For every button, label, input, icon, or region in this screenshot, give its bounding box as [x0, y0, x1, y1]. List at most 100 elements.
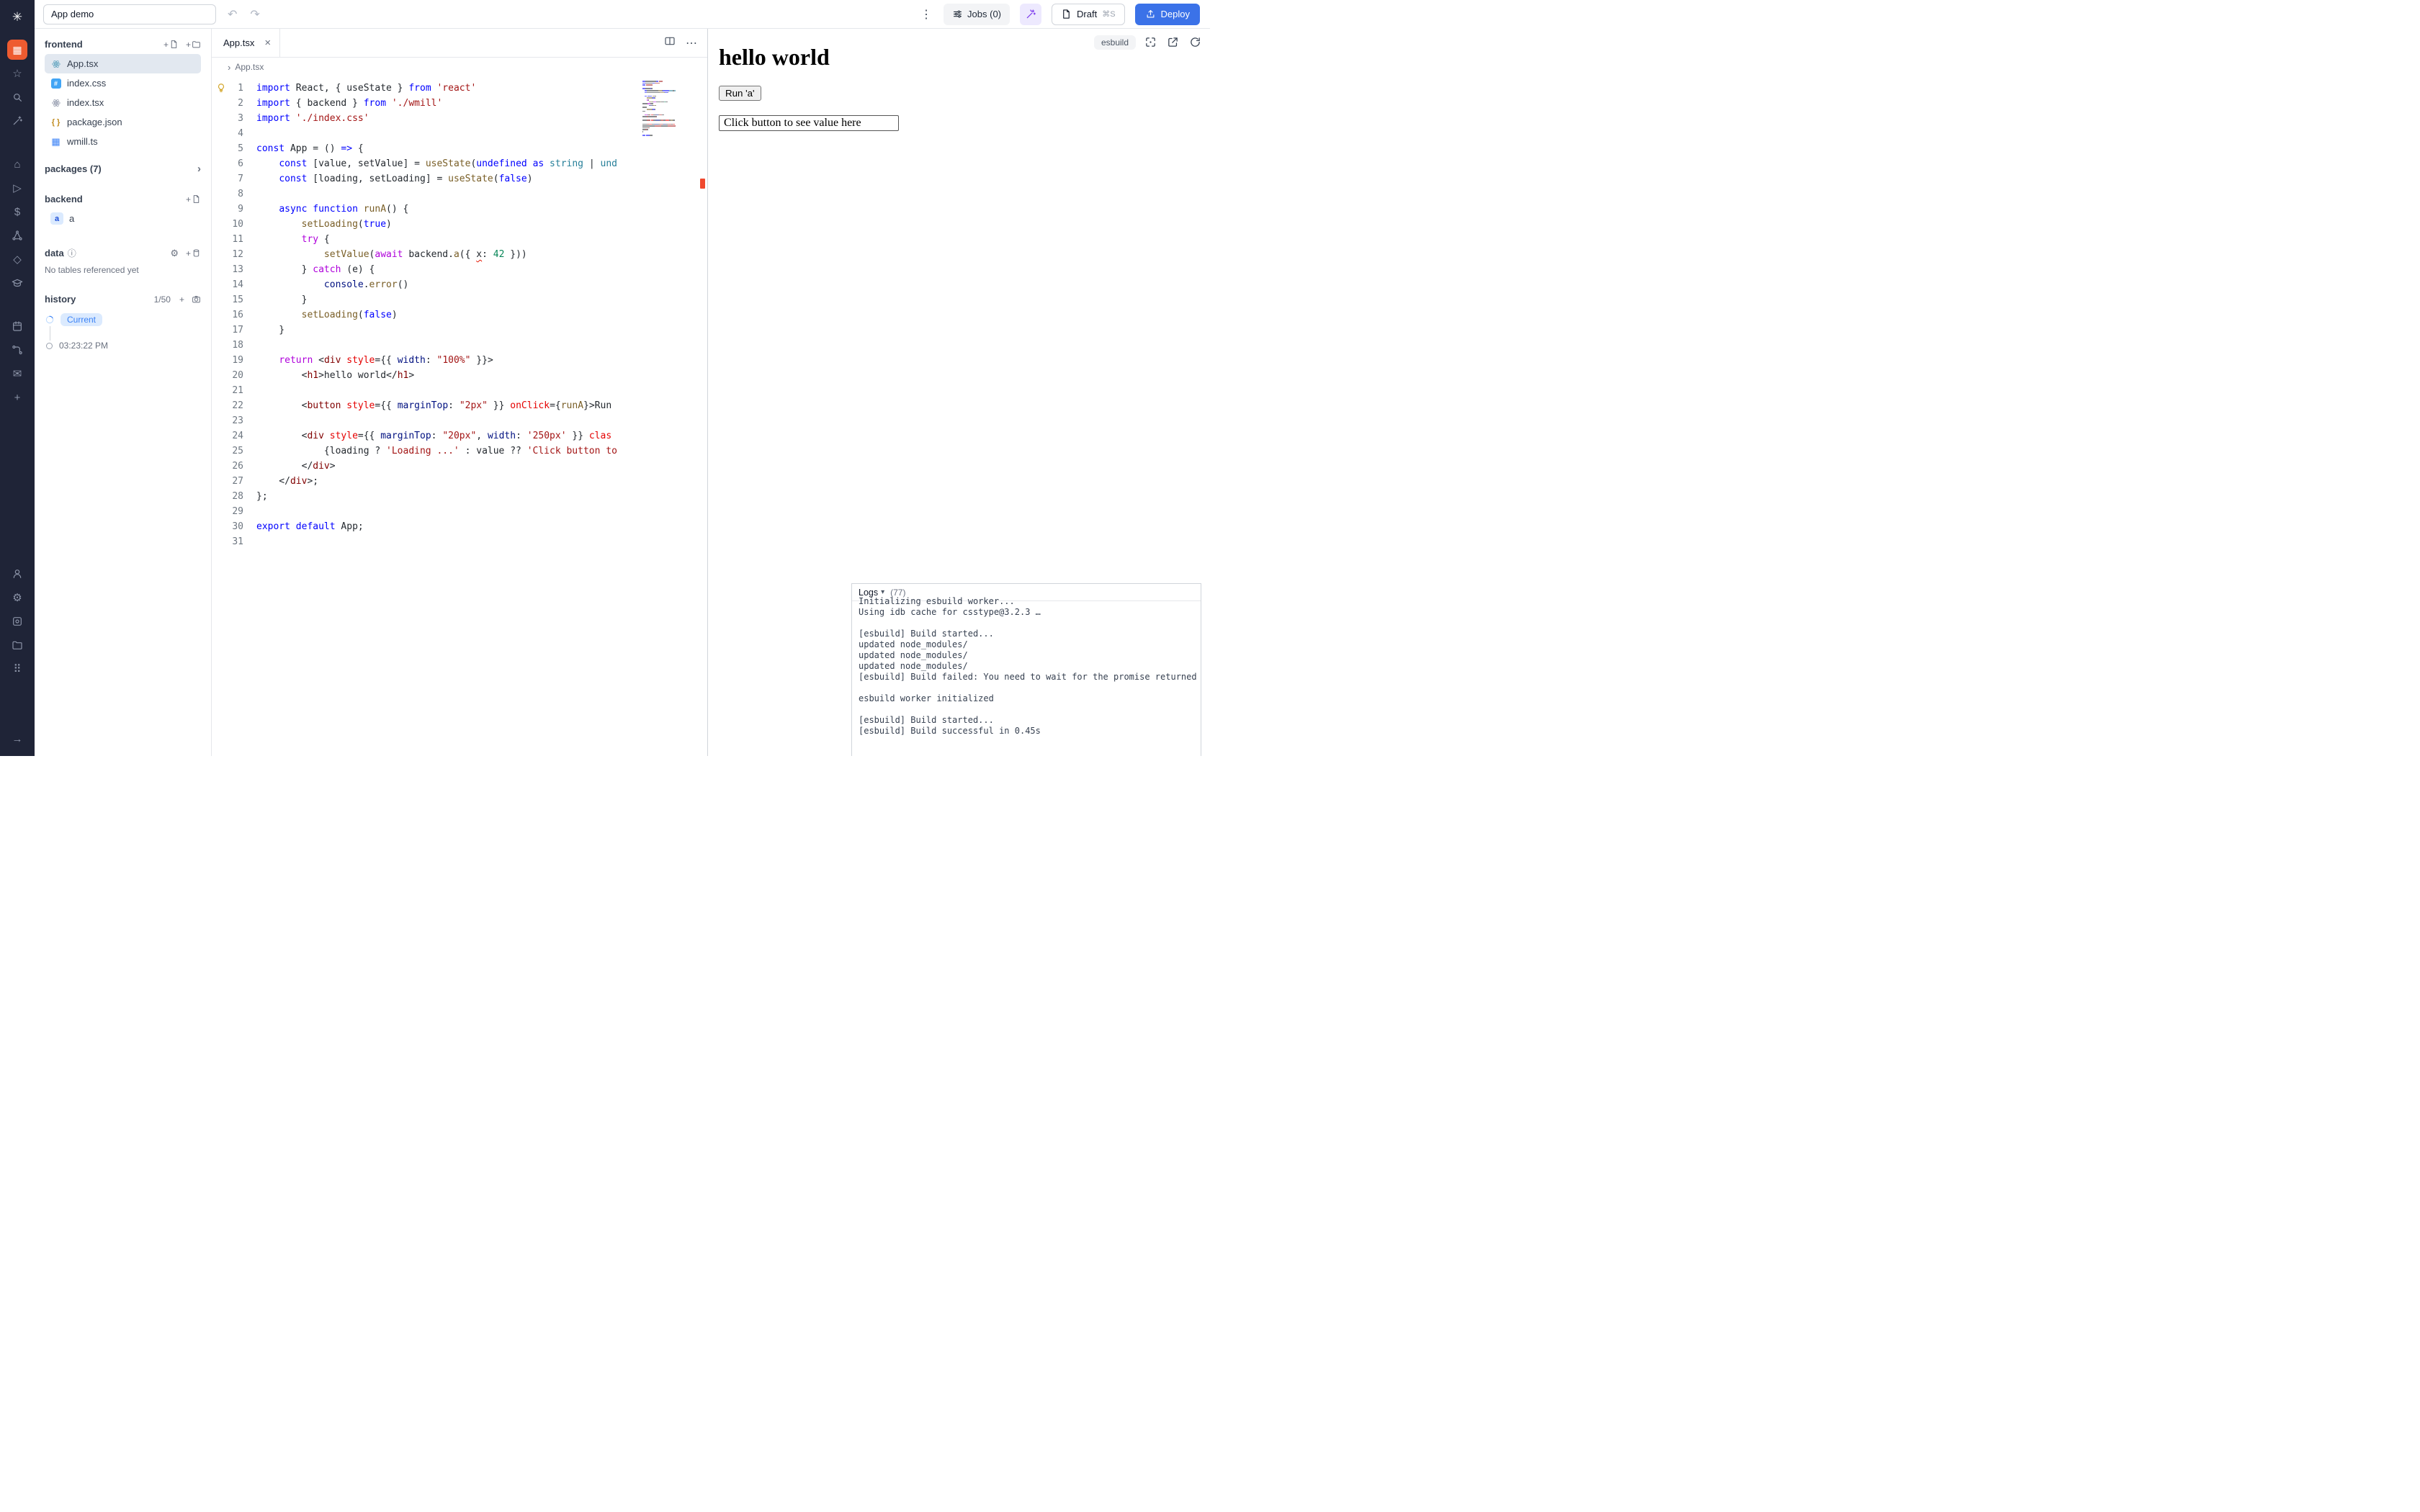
learn-icon[interactable] [7, 273, 27, 293]
log-line: [esbuild] Build started... [859, 629, 1194, 639]
file-name: index.css [67, 78, 106, 89]
deploy-button[interactable]: Deploy [1135, 4, 1200, 25]
more-menu-icon[interactable]: ⋮ [919, 7, 933, 22]
file-item-index-tsx[interactable]: index.tsx [45, 93, 201, 112]
packages-label: packages (7) [45, 163, 102, 174]
error-marker-icon [700, 179, 705, 189]
file-item-index-css[interactable]: # index.css [45, 73, 201, 93]
runs-icon[interactable]: ▷ [7, 178, 27, 198]
jobs-label: Jobs (0) [967, 9, 1001, 19]
packages-toggle[interactable]: packages (7) › [45, 163, 201, 175]
undo-icon[interactable]: ↶ [226, 7, 238, 22]
log-line: esbuild worker initialized [859, 693, 1194, 704]
settings-gear-icon[interactable]: ⚙ [7, 588, 27, 608]
scrollbar[interactable] [697, 76, 707, 756]
code-line: <div style={{ marginTop: "20px", width: … [256, 428, 642, 444]
menu-grid-icon[interactable]: ⠿ [7, 659, 27, 679]
code-line: const [loading, setLoading] = useState(f… [256, 171, 642, 186]
editor-preview-splitter[interactable] [707, 29, 713, 756]
app-preview-pane: esbuild hello world Run 'a' Click button… [713, 29, 1210, 756]
logs-body[interactable]: Initializing esbuild worker...Using idb … [852, 596, 1201, 756]
script-name: a [69, 213, 74, 224]
data-section: data ⓘ ⚙ + No tables referenced yet [45, 247, 201, 275]
search-icon[interactable] [7, 87, 27, 107]
monaco-editor[interactable]: 1234567891011121314151617181920212223242… [212, 76, 707, 756]
main-layout: ✳ ▦ ☆ ⌂ ▷ $ ◇ ✉ + ⚙ ⠿ → [0, 29, 1210, 756]
account-user-icon[interactable] [7, 564, 27, 584]
log-line: Using idb cache for csstype@3.2.3 … [859, 607, 1194, 618]
topbar-actions: ⋮ Jobs (0) Draft ⌘S Deploy [919, 4, 1200, 25]
hub-icon[interactable] [7, 225, 27, 246]
history-entry[interactable]: 03:23:22 PM [45, 341, 201, 351]
refresh-icon [1189, 36, 1201, 48]
breadcrumb-chevron-icon: › [228, 62, 230, 73]
ai-assistant-button[interactable] [1020, 4, 1041, 25]
app-name-input[interactable] [43, 4, 216, 24]
file-item-wmill-ts[interactable]: ▦ wmill.ts [45, 132, 201, 151]
file-item-app-tsx[interactable]: App.tsx [45, 54, 201, 73]
variables-icon[interactable]: $ [7, 202, 27, 222]
editor-tabbar: App.tsx × ⋯ [212, 29, 707, 58]
open-external-button[interactable] [1165, 35, 1180, 50]
react-file-icon [50, 98, 61, 108]
ai-wand-icon[interactable] [7, 111, 27, 131]
draft-button[interactable]: Draft ⌘S [1052, 4, 1125, 25]
home-icon[interactable]: ⌂ [7, 154, 27, 174]
code-line: <button style={{ marginTop: "2px" }} onC… [256, 398, 642, 413]
add-plus-icon[interactable]: + [7, 387, 27, 408]
add-file-button[interactable]: + [163, 40, 179, 50]
backend-item-a[interactable]: a a [45, 209, 201, 228]
logs-panel: Logs ▾ (77) Initializing esbuild worker.… [851, 583, 1201, 756]
folders-icon[interactable] [7, 635, 27, 655]
code-line: setValue(await backend.a({ x: 42 })) [256, 247, 642, 262]
editor-more-icon[interactable]: ⋯ [686, 36, 697, 50]
close-tab-icon[interactable]: × [264, 37, 271, 49]
log-line: [esbuild] Build failed: You need to wait… [859, 672, 1194, 683]
app-preview-content: hello world Run 'a' Click button to see … [713, 44, 1210, 131]
react-file-icon [50, 59, 61, 69]
history-current-badge[interactable]: Current [60, 313, 102, 326]
flows-icon[interactable] [7, 340, 27, 360]
code-line [256, 186, 642, 202]
code-line: </div>; [256, 474, 642, 489]
redo-icon[interactable]: ↷ [248, 7, 261, 22]
add-folder-button[interactable]: + [186, 40, 201, 50]
history-timestamp: 03:23:22 PM [59, 341, 108, 351]
split-editor-icon[interactable] [664, 35, 676, 50]
file-icon [169, 40, 179, 49]
add-snapshot-button[interactable]: + [179, 294, 184, 305]
timeline-dot-icon [46, 343, 53, 349]
backend-section-title: backend [45, 194, 83, 204]
code-line: import './index.css' [256, 111, 642, 126]
apps-icon[interactable]: ▦ [7, 40, 27, 60]
add-backend-script-button[interactable]: + [186, 194, 201, 204]
file-item-package-json[interactable]: { } package.json [45, 112, 201, 132]
plus-icon: + [163, 40, 169, 50]
windmill-logo-icon[interactable]: ✳ [7, 7, 27, 27]
workspace-icon[interactable] [7, 611, 27, 631]
data-settings-button[interactable]: ⚙ [170, 248, 179, 259]
tab-label: App.tsx [223, 37, 254, 48]
inspect-button[interactable] [1143, 35, 1158, 50]
jobs-button[interactable]: Jobs (0) [944, 4, 1010, 25]
add-table-button[interactable]: + [186, 248, 201, 258]
log-line [859, 618, 1194, 629]
frontend-file-list: App.tsx # index.css index.tsx { } packag… [45, 54, 201, 151]
camera-snapshot-button[interactable] [192, 294, 201, 304]
minimap[interactable] [642, 80, 696, 138]
schedules-calendar-icon[interactable] [7, 316, 27, 336]
tab-app-tsx[interactable]: App.tsx × [212, 29, 280, 57]
plus-icon: + [186, 194, 191, 204]
favorites-star-icon[interactable]: ☆ [7, 63, 27, 84]
run-a-button[interactable]: Run 'a' [719, 86, 761, 101]
rail-bottom-group: ⚙ ⠿ → [7, 564, 27, 749]
resources-icon[interactable]: ◇ [7, 249, 27, 269]
data-empty-note: No tables referenced yet [45, 265, 201, 275]
refresh-button[interactable] [1188, 35, 1203, 50]
breadcrumb-file[interactable]: App.tsx [235, 62, 264, 72]
inbox-mail-icon[interactable]: ✉ [7, 364, 27, 384]
code-line: async function runA() { [256, 202, 642, 217]
chevron-down-icon: ▾ [881, 588, 884, 596]
magic-wand-icon [1025, 9, 1036, 20]
expand-rail-icon[interactable]: → [7, 729, 27, 749]
